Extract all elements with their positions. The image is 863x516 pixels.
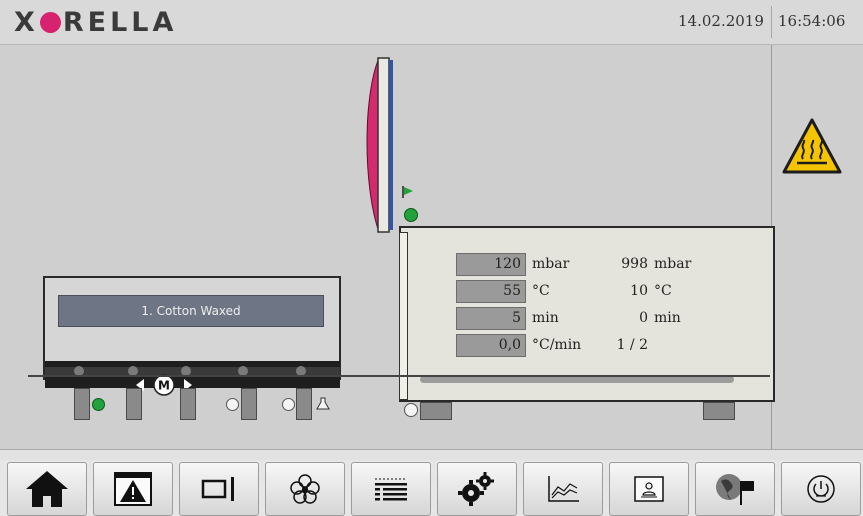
current-date: 14.02.2019 [678,12,764,30]
window-panel-icon [201,477,234,501]
nav-list-button[interactable] [351,462,431,516]
station-leg [126,388,142,420]
temperature-actual-unit: °C [654,283,672,299]
brand-logo: X RELLA [14,7,178,38]
flag-marker-icon [402,186,413,198]
cycle-counter: 1 / 2 [616,337,648,353]
nav-user-button[interactable] [609,462,689,516]
station-leg [296,388,312,420]
program-name-display[interactable]: 1. Cotton Waxed [58,295,324,327]
temperature-setpoint-unit: °C [532,283,550,299]
time-setpoint[interactable]: 5 [456,307,526,330]
station-leg [180,388,196,420]
furnace-leg-right [703,402,735,420]
time-actual-unit: min [654,310,681,326]
nav-settings-button[interactable] [437,462,517,516]
ramp-setpoint[interactable]: 0,0 [456,334,526,357]
time-setpoint-unit: min [532,310,559,326]
nav-window-button[interactable] [179,462,259,516]
hood-window-shape [366,57,393,233]
flower-recipe-icon [290,474,320,504]
nav-language-button[interactable] [695,462,775,516]
nav-home-button[interactable] [7,462,87,516]
nav-power-button[interactable] [781,462,861,516]
pressure-actual: 998 [621,256,648,272]
alarm-warning-icon [114,472,152,506]
header-bar: X RELLA 14.02.2019 16:54:06 [0,0,863,45]
station-sensor-active [92,398,105,411]
ramp-setpoint-unit: °C/min [532,337,582,353]
list-icon [375,478,407,501]
bottom-navigation [0,460,863,516]
nav-trend-button[interactable] [523,462,603,516]
globe-flag-icon [716,474,754,505]
temperature-setpoint[interactable]: 55 [456,280,526,303]
header-divider [771,6,772,38]
pressure-actual-unit: mbar [654,256,692,272]
time-actual: 0 [639,310,648,326]
floor-line [28,375,770,377]
status-side-panel [772,45,863,449]
power-icon [807,475,835,503]
flask-icon [316,397,330,410]
station-sensor-inactive [226,398,239,411]
home-icon [26,471,68,507]
current-time: 16:54:06 [778,12,846,30]
temperature-actual: 10 [630,283,648,299]
station-leg [241,388,257,420]
station-leg [74,388,90,420]
furnace-progress-bar [420,376,734,383]
nav-recipes-button[interactable] [265,462,345,516]
gears-icon [458,472,494,506]
hot-surface-warning-icon[interactable] [781,116,843,178]
station-sensor-inactive [282,398,295,411]
trend-chart-icon [548,476,579,502]
furnace-door-sensor [404,403,418,417]
nav-alarms-button[interactable] [93,462,173,516]
hood-sensor-indicator [404,208,418,222]
pressure-setpoint-unit: mbar [532,256,570,272]
furnace-leg-left [420,402,452,420]
nav-separator [0,449,863,460]
pressure-setpoint[interactable]: 120 [456,253,526,276]
user-panel-icon [634,476,664,502]
motor-label: M [158,379,170,393]
